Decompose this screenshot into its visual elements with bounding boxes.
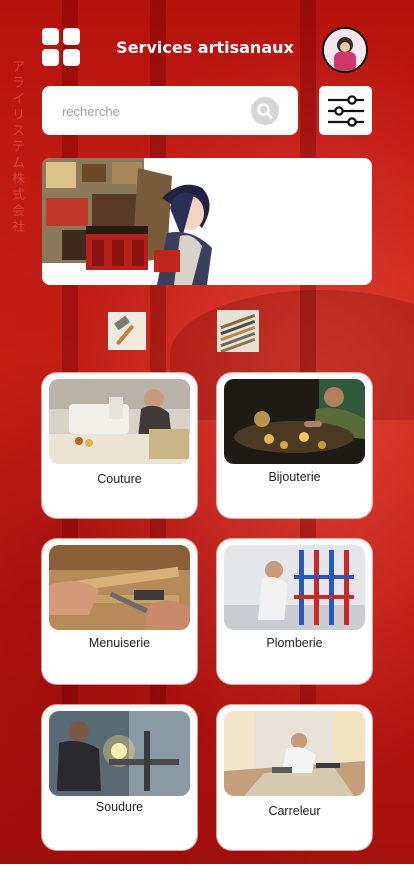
welding-photo <box>49 711 190 796</box>
jewelry-photo <box>224 379 365 464</box>
service-label: Bijouterie <box>268 470 321 484</box>
hammer-icon[interactable] <box>108 312 146 350</box>
page-title: Services artisanaux <box>116 38 294 57</box>
service-card-soudure[interactable]: Soudure <box>42 705 197 850</box>
plumbing-photo <box>224 545 365 630</box>
search-icon[interactable] <box>251 97 279 125</box>
artisan-illustration <box>42 158 212 285</box>
sewing-photo <box>49 379 190 464</box>
filter-button[interactable] <box>319 86 372 135</box>
service-label: Plomberie <box>266 636 323 650</box>
service-label: Carreleur <box>268 804 321 818</box>
sliders-filter-icon <box>327 94 364 127</box>
user-avatar[interactable] <box>322 27 368 73</box>
bottom-bar <box>0 864 414 896</box>
promo-banner[interactable] <box>42 158 372 285</box>
grid-menu-icon[interactable] <box>42 28 80 66</box>
service-card-bijouterie[interactable]: Bijouterie <box>217 373 372 518</box>
tools-icon[interactable] <box>217 310 259 352</box>
service-label: Couture <box>97 472 142 486</box>
carpentry-photo <box>49 545 190 630</box>
search-input[interactable] <box>60 98 244 124</box>
service-card-couture[interactable]: Couture <box>42 373 197 518</box>
tiling-photo <box>224 711 365 796</box>
service-label: Menuiserie <box>88 636 151 650</box>
service-card-menuiserie[interactable]: Menuiserie <box>42 539 197 684</box>
service-card-carreleur[interactable]: Carreleur <box>217 705 372 850</box>
service-label: Soudure <box>95 800 144 814</box>
search-bar <box>42 86 298 135</box>
service-card-plomberie[interactable]: Plomberie <box>217 539 372 684</box>
